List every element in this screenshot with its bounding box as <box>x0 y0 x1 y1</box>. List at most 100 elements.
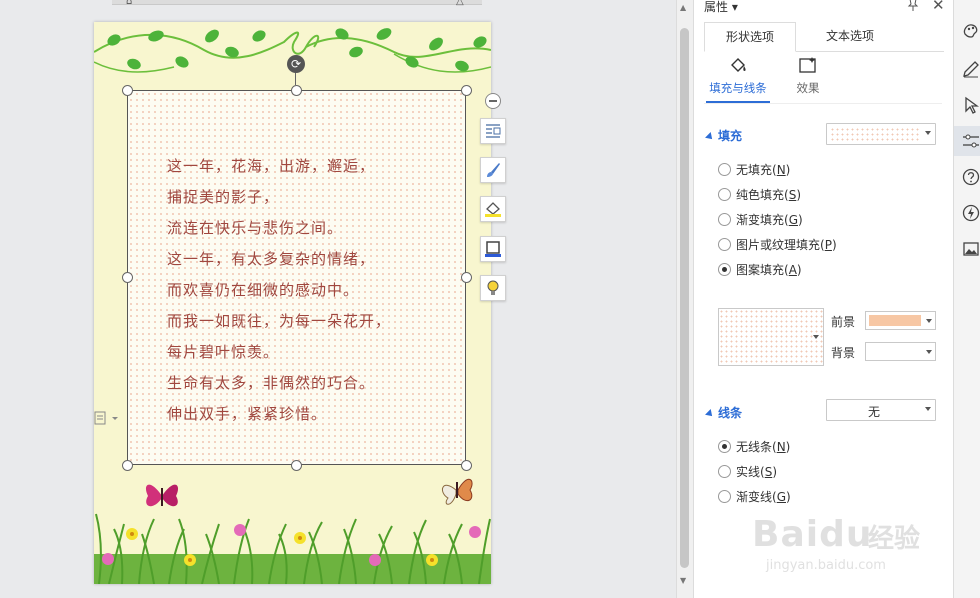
fill-pattern-dropdown[interactable] <box>826 123 936 145</box>
radio-pattern-fill[interactable]: 图案填充(A) <box>718 261 802 277</box>
subtab-fill-and-line[interactable]: 填充与线条 <box>706 56 770 96</box>
line-style-dropdown[interactable]: 无 <box>826 399 936 421</box>
close-icon[interactable]: ✕ <box>932 0 945 14</box>
poem-line[interactable]: 捕捉美的影子， <box>167 186 391 217</box>
shape-effect-button[interactable] <box>480 275 506 301</box>
radio-button[interactable] <box>718 213 731 226</box>
resize-handle-bottom-left[interactable] <box>122 460 133 471</box>
background-label: 背景 <box>831 346 856 360</box>
poem-line[interactable]: 而欢喜仍在细微的感动中。 <box>167 279 391 310</box>
watermark-logo: Baidu <box>752 514 873 555</box>
shape-style-button[interactable] <box>480 157 506 183</box>
selected-text-box[interactable]: 这一年，花海，出游，邂逅， 捕捉美的影子， 流连在快乐与悲伤之间。 这一年，有太… <box>127 90 466 465</box>
chevron-down-icon <box>813 335 819 339</box>
radio-button-checked[interactable] <box>718 263 731 276</box>
radio-gradient-fill[interactable]: 渐变填充(G) <box>718 211 803 227</box>
chevron-down-icon: ▾ <box>728 0 738 14</box>
radio-solid-line[interactable]: 实线(S) <box>718 463 777 479</box>
radio-button[interactable] <box>718 238 731 251</box>
options-tabs: 形状选项 文本选项 <box>704 22 944 52</box>
properties-sliders-icon[interactable] <box>962 132 980 150</box>
poem-line[interactable]: 每片碧叶惊羡。 <box>167 341 391 372</box>
shape-fill-button[interactable] <box>480 196 506 222</box>
radio-button[interactable] <box>718 188 731 201</box>
fill-line-icon <box>731 58 746 72</box>
rotate-handle-stem <box>295 72 296 85</box>
background-color-dropdown[interactable] <box>865 342 936 361</box>
document-canvas[interactable]: ⌂ △ ⟳ 这一年，花海，出游，邂逅， 捕捉美的影子， 流连在快乐与悲伤之间。 … <box>0 0 676 598</box>
scroll-up-arrow[interactable]: ▲ <box>680 3 686 12</box>
radio-label: 纯色填充(S) <box>736 188 801 202</box>
poem-line[interactable]: 生命有太多，非偶然的巧合。 <box>167 372 391 403</box>
rotate-handle[interactable]: ⟳ <box>287 55 305 73</box>
foreground-color-dropdown[interactable] <box>865 311 936 330</box>
butterfly-left-decoration <box>145 484 179 507</box>
line-style-value: 无 <box>867 405 880 419</box>
pattern-picker[interactable] <box>718 308 824 366</box>
scroll-down-arrow[interactable]: ▼ <box>680 576 686 585</box>
chevron-down-icon <box>925 131 931 135</box>
radio-button[interactable] <box>718 465 731 478</box>
resize-handle-left[interactable] <box>122 272 133 283</box>
ruler-left-indent-marker[interactable]: ⌂ <box>126 0 132 7</box>
resize-handle-bottom-right[interactable] <box>461 460 472 471</box>
resize-handle-top-left[interactable] <box>122 85 133 96</box>
resize-handle-bottom[interactable] <box>291 460 302 471</box>
collapse-toolbar-button[interactable] <box>485 93 501 109</box>
image-icon[interactable] <box>962 240 980 258</box>
pin-icon[interactable] <box>906 0 920 12</box>
subtab-effect-label: 效果 <box>796 81 820 95</box>
poem-line[interactable]: 这一年，有太多复杂的情绪， <box>167 248 391 279</box>
outline-icon <box>485 241 501 257</box>
radio-label: 实线(S) <box>736 465 777 479</box>
style-gallery-icon[interactable] <box>962 22 980 40</box>
radio-no-line[interactable]: 无线条(N) <box>718 438 790 454</box>
poem-line[interactable]: 而我一如既往，为每一朵花开， <box>167 310 391 341</box>
poem-line[interactable]: 这一年，花海，出游，邂逅， <box>167 155 391 186</box>
radio-picture-texture-fill[interactable]: 图片或纹理填充(P) <box>718 236 837 252</box>
radio-label: 渐变填充(G) <box>736 213 803 227</box>
paint-bucket-icon <box>485 202 501 217</box>
poem-line[interactable]: 伸出双手，紧紧珍惜。 <box>167 403 391 434</box>
lightbulb-icon <box>487 280 499 295</box>
text-wrap-button[interactable] <box>480 118 506 144</box>
foreground-label: 前景 <box>831 315 856 329</box>
radio-solid-fill[interactable]: 纯色填充(S) <box>718 186 801 202</box>
radio-button-checked[interactable] <box>718 440 731 453</box>
shape-outline-button[interactable] <box>480 236 506 262</box>
ruler-right-indent-marker[interactable]: △ <box>456 0 464 7</box>
butterfly-right-decoration <box>441 478 473 505</box>
help-icon[interactable] <box>962 168 980 186</box>
radio-label: 无线条(N) <box>736 440 791 454</box>
watermark-url: jingyan.baidu.com <box>766 558 886 573</box>
fill-section-header[interactable]: 填充 <box>705 127 743 144</box>
line-section-header[interactable]: 线条 <box>705 404 743 421</box>
subtab-fill-label: 填充与线条 <box>709 81 767 95</box>
tab-shape-options[interactable]: 形状选项 <box>704 22 796 52</box>
poem-text[interactable]: 这一年，花海，出游，邂逅， 捕捉美的影子， 流连在快乐与悲伤之间。 这一年，有太… <box>167 155 391 434</box>
vertical-scrollbar-thumb[interactable] <box>680 28 689 568</box>
collapse-triangle-icon <box>705 131 715 142</box>
resize-handle-right[interactable] <box>461 272 472 283</box>
panel-title[interactable]: 属性 ▾ <box>704 0 738 15</box>
line-section-title: 线条 <box>718 406 743 420</box>
lightning-icon[interactable] <box>962 204 980 222</box>
radio-button[interactable] <box>718 163 731 176</box>
resize-handle-top-right[interactable] <box>461 85 472 96</box>
text-wrap-icon <box>486 124 501 138</box>
paragraph-layout-icon[interactable] <box>94 411 120 425</box>
effect-icon <box>799 57 816 73</box>
resize-handle-top[interactable] <box>291 85 302 96</box>
tab-text-options[interactable]: 文本选项 <box>808 22 892 52</box>
radio-no-fill[interactable]: 无填充(N) <box>718 161 790 177</box>
horizontal-ruler[interactable]: ⌂ △ <box>112 0 482 7</box>
select-cursor-icon[interactable] <box>962 96 980 114</box>
radio-button[interactable] <box>718 490 731 503</box>
watermark-cn-text: 经验 <box>868 524 921 554</box>
fill-section-title: 填充 <box>718 129 743 143</box>
poem-line[interactable]: 流连在快乐与悲伤之间。 <box>167 217 391 248</box>
subtab-effect[interactable]: 效果 <box>786 56 830 96</box>
chevron-down-icon <box>925 407 931 411</box>
chevron-down-icon <box>926 319 932 323</box>
pen-icon[interactable] <box>962 60 980 78</box>
